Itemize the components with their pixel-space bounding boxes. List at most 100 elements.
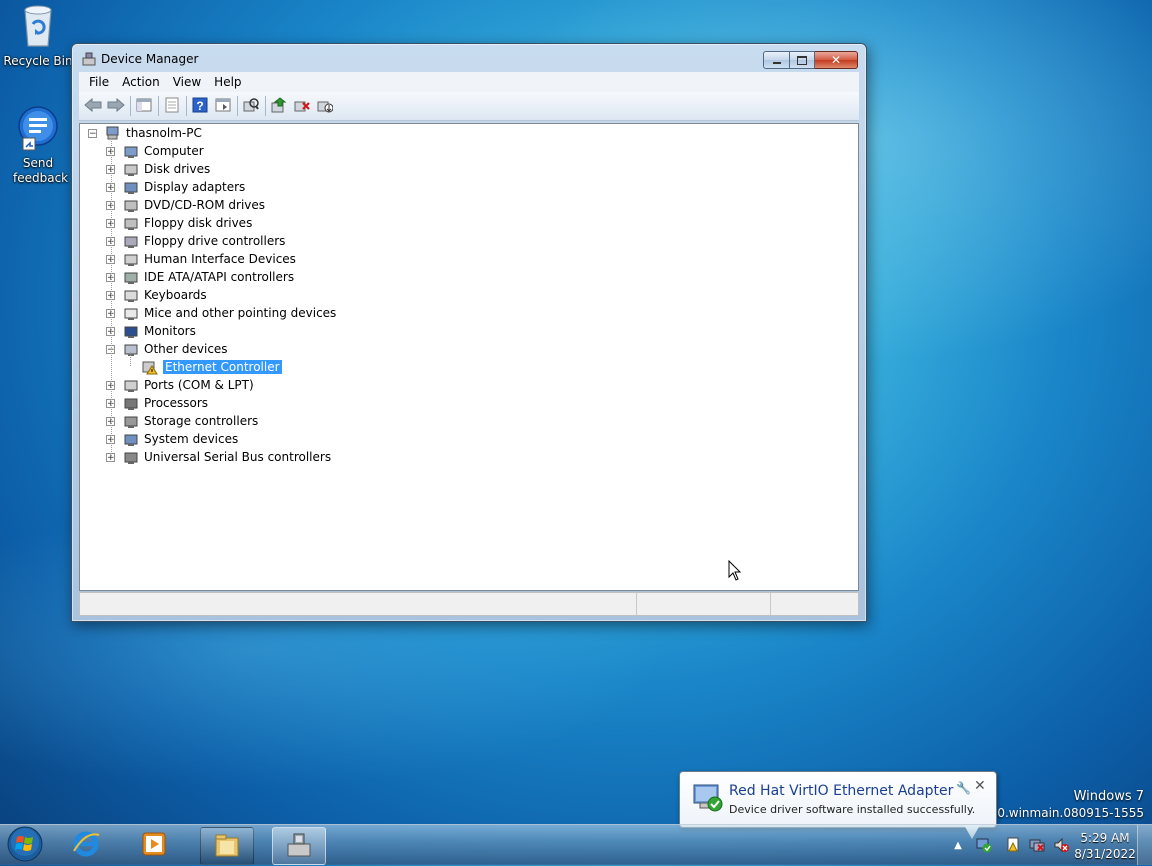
tree-category-label: Universal Serial Bus controllers [144,450,332,464]
tree-category[interactable]: + Human Interface Devices [106,250,296,268]
system-clock[interactable]: 5:29 AM 8/31/2022 [1072,830,1138,862]
tree-category[interactable]: + Floppy disk drives [106,214,252,232]
title-bar[interactable]: Device Manager ✕ [72,44,866,72]
taskbar-windows-explorer[interactable] [200,827,254,865]
network-icon[interactable] [1029,837,1045,853]
tree-category[interactable]: + Universal Serial Bus controllers [106,448,331,466]
status-bar [79,592,859,616]
uninstall-button[interactable] [292,96,312,116]
disable-device-icon [317,97,334,116]
tree-category-label: Ports (COM & LPT) [144,378,254,392]
tree-category[interactable]: + Processors [106,394,208,412]
show-desktop-button[interactable] [1137,825,1152,865]
warning-device-icon [142,359,158,375]
desktop-icon-send-feedback[interactable]: Send feedback [2,106,74,186]
tree-category[interactable]: + Keyboards [106,286,207,304]
start-button[interactable] [2,826,48,864]
notification-options-icon[interactable]: 🔧 [956,781,971,795]
windows-logo-icon [6,825,44,866]
toolbar: ? [79,92,859,121]
device-installed-icon [692,783,724,816]
tree-category[interactable]: + Monitors [106,322,196,340]
svg-text:?: ? [196,99,203,113]
minimize-button[interactable] [763,51,790,69]
category-icon [123,143,139,159]
show-hide-console-tree-button[interactable] [134,96,154,116]
selected-device-label: Ethernet Controller [162,359,283,375]
windows-version-watermark: Windows 7 [1073,789,1144,804]
window-title: Device Manager [101,52,199,66]
category-icon [123,161,139,177]
tree-category[interactable]: + System devices [106,430,238,448]
show-hidden-icons-chevron-icon[interactable]: ▲ [950,837,966,853]
device-tree[interactable]: − thasnolm-PC + Computer + Disk drives + Disp… [79,123,859,591]
tree-category-label: Human Interface Devices [144,252,296,266]
tree-root[interactable]: − thasnolm-PC [88,124,202,142]
status-segment-2 [637,593,771,615]
category-icon [123,215,139,231]
tree-category[interactable]: + Display adapters [106,178,245,196]
tree-category-label: Computer [144,144,204,158]
tree-category-label: Keyboards [144,288,207,302]
volume-muted-icon[interactable] [1053,837,1069,853]
forward-button[interactable] [106,96,126,116]
tree-connector-line [130,352,131,366]
taskbar-device-manager[interactable] [272,827,326,865]
desktop-icon-label: Recycle Bin [3,54,73,68]
notification-text: Device driver software installed success… [729,803,976,816]
category-icon [123,395,139,411]
tree-category[interactable]: + Storage controllers [106,412,258,430]
menu-action[interactable]: Action [116,75,166,89]
action-pane-button[interactable] [213,96,233,116]
help-button[interactable]: ? [190,96,210,116]
tree-category[interactable]: − Other devices [106,340,228,358]
desktop-icon-recycle-bin[interactable]: Recycle Bin [2,2,74,69]
tree-category[interactable]: + Floppy drive controllers [106,232,285,250]
tree-category[interactable]: + DVD/CD-ROM drives [106,196,265,214]
tree-category[interactable]: + Ports (COM & LPT) [106,376,254,394]
tree-category-label: Processors [144,396,209,410]
taskbar-internet-explorer[interactable] [60,827,112,863]
menu-view[interactable]: View [167,75,207,89]
notification-balloon[interactable]: Red Hat VirtIO Ethernet Adapter Device d… [679,771,997,839]
category-icon [123,197,139,213]
tree-category-label: Floppy drive controllers [144,234,286,248]
tree-category[interactable]: + IDE ATA/ATAPI controllers [106,268,294,286]
notification-close-icon[interactable]: ✕ [974,778,986,794]
device-manager-window[interactable]: Device Manager ✕ File Action View Help ?… [71,43,867,622]
menu-file[interactable]: File [83,75,115,89]
menu-help[interactable]: Help [208,75,247,89]
tree-category[interactable]: + Disk drives [106,160,210,178]
tree-category-label: Monitors [144,324,196,338]
back-button[interactable] [83,96,103,116]
device-install-tray-icon[interactable] [976,837,992,853]
category-icon [123,431,139,447]
tree-category-label: System devices [144,432,239,446]
close-button[interactable]: ✕ [815,51,858,69]
tree-category-label: Floppy disk drives [144,216,253,230]
tree-device-selected[interactable]: Ethernet Controller [142,358,283,376]
properties-button[interactable] [162,96,182,116]
status-segment-main [80,593,637,615]
scan-hardware-button[interactable] [241,96,261,116]
category-icon [123,305,139,321]
category-icon [123,233,139,249]
update-driver-button[interactable] [269,96,289,116]
action-center-icon[interactable] [1005,837,1021,853]
computer-root-icon [105,125,121,141]
disable-device-button[interactable] [315,96,335,116]
scan-hardware-icon [243,97,259,116]
tree-category-label: Other devices [144,342,228,356]
tree-category-label: DVD/CD-ROM drives [144,198,266,212]
forward-arrow-icon [107,97,125,115]
back-arrow-icon [84,97,102,115]
help-icon: ? [192,97,208,116]
tree-category[interactable]: + Computer [106,142,204,160]
notification-title: Red Hat VirtIO Ethernet Adapter [729,783,954,799]
collapse-toggle[interactable]: − [88,128,97,138]
taskbar-media-player[interactable] [128,827,180,863]
tree-category[interactable]: + Mice and other pointing devices [106,304,336,322]
maximize-button[interactable] [790,51,815,69]
feedback-icon [15,106,61,154]
tree-connector-line [111,138,112,456]
